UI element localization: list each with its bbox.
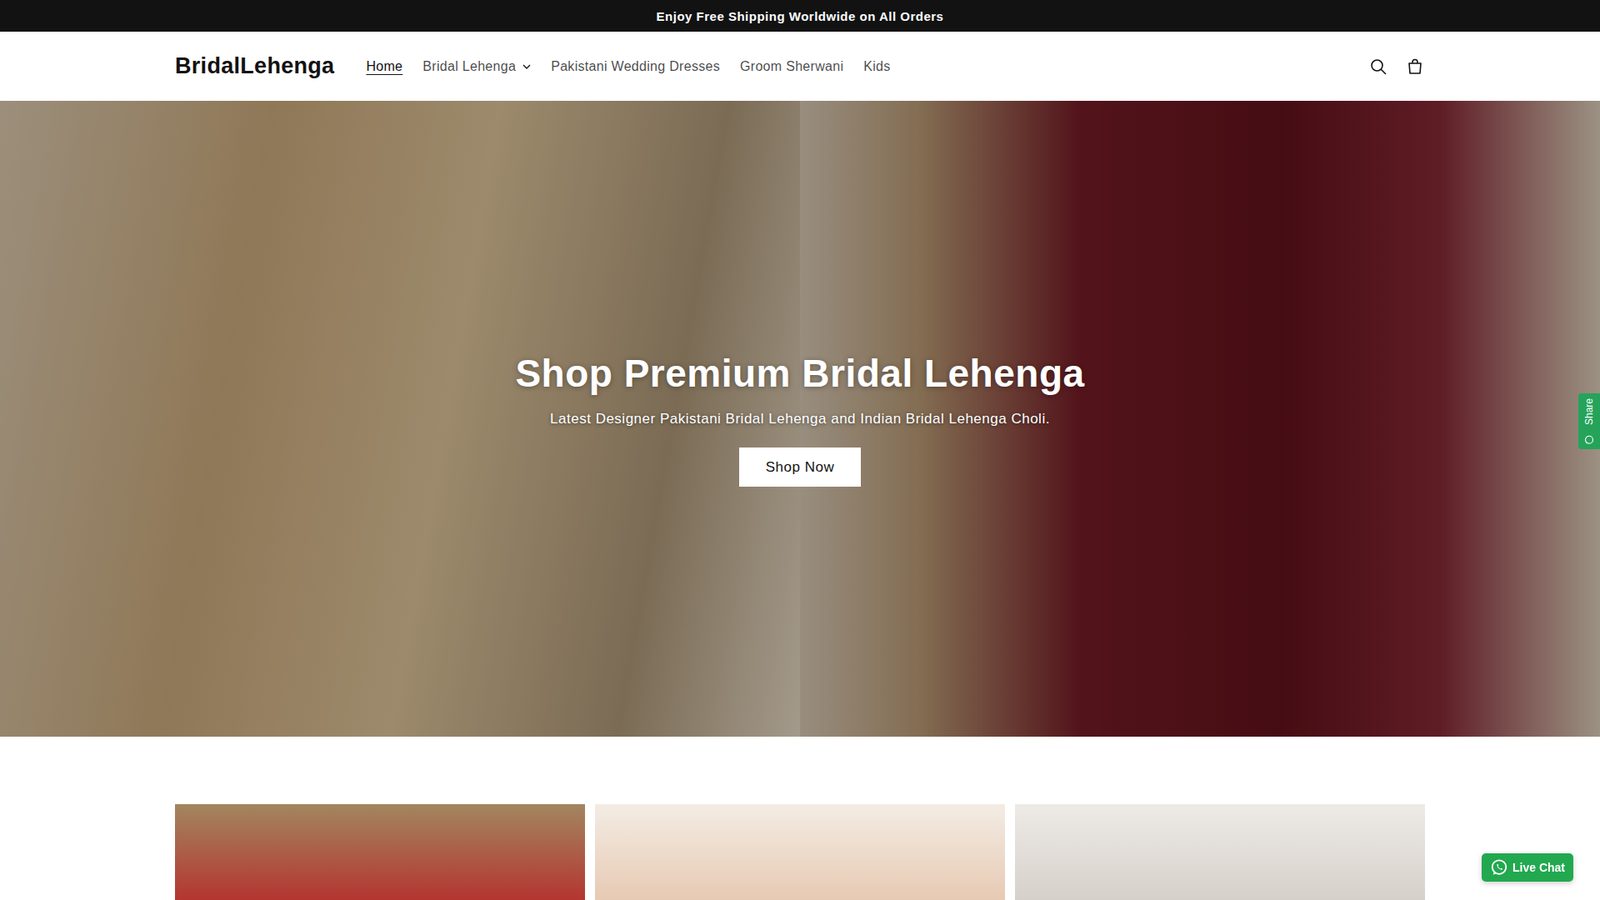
collection-card[interactable] xyxy=(595,804,1005,900)
hero-subheading: Latest Designer Pakistani Bridal Lehenga… xyxy=(550,410,1050,428)
hero-banner: Shop Premium Bridal Lehenga Latest Desig… xyxy=(0,100,1600,737)
nav-item[interactable]: Pakistani Wedding Dresses xyxy=(550,54,720,80)
chevron-down-icon xyxy=(522,64,531,70)
announcement-bar: Enjoy Free Shipping Worldwide on All Ord… xyxy=(0,0,1600,32)
search-icon[interactable] xyxy=(1368,56,1389,77)
logo[interactable]: BridalLehenga xyxy=(175,53,335,80)
live-chat-button[interactable]: Live Chat xyxy=(1481,853,1574,882)
hero-heading: Shop Premium Bridal Lehenga xyxy=(515,350,1085,396)
nav-item[interactable]: Bridal Lehenga xyxy=(422,54,531,80)
page: Enjoy Free Shipping Worldwide on All Ord… xyxy=(0,0,1600,900)
share-label: Share xyxy=(1584,398,1595,425)
cart-icon[interactable] xyxy=(1405,56,1425,77)
announcement-text: Enjoy Free Shipping Worldwide on All Ord… xyxy=(656,9,945,24)
shop-now-button[interactable]: Shop Now xyxy=(739,447,861,487)
header: BridalLehenga Home Bridal Lehenga Pakist… xyxy=(0,31,1600,101)
nav-item[interactable]: Groom Sherwani xyxy=(740,54,844,80)
collection-list xyxy=(0,736,1600,900)
nav-item[interactable]: Kids xyxy=(863,54,890,80)
live-chat-label: Live Chat xyxy=(1512,860,1565,875)
whatsapp-icon xyxy=(1490,858,1509,877)
collection-card[interactable] xyxy=(175,804,585,900)
collection-card[interactable] xyxy=(1015,804,1425,900)
whatsapp-icon xyxy=(1584,435,1595,445)
nav-item[interactable]: Home xyxy=(365,54,403,80)
share-tab[interactable]: Share xyxy=(1578,393,1600,450)
main-nav: Home Bridal Lehenga Pakistani Wedding Dr… xyxy=(365,54,1369,80)
